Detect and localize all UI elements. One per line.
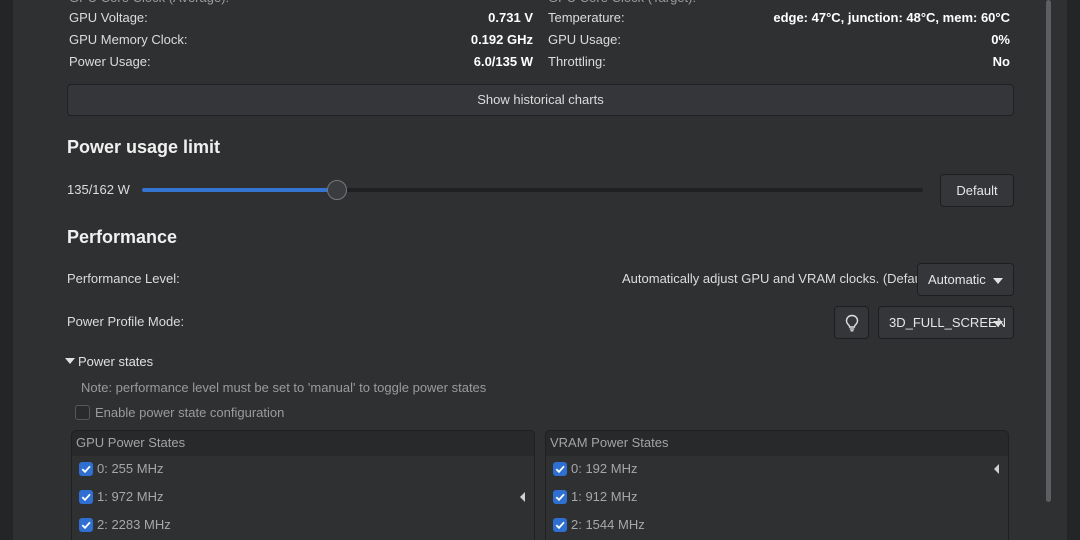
gpu-power-state-item[interactable]: 0: 255 MHz xyxy=(79,460,163,478)
gpu-power-states-list: 0: 255 MHz 1: 972 MHz 2: 2283 MHz xyxy=(72,456,534,540)
default-button[interactable]: Default xyxy=(940,174,1014,207)
vram-power-states-list: 0: 192 MHz 1: 912 MHz 2: 1544 MHz xyxy=(546,456,1008,540)
performance-level-dropdown[interactable]: Automatic xyxy=(917,263,1014,296)
active-state-indicator-icon xyxy=(520,492,525,502)
stat-label-throttling: Throttling: xyxy=(548,54,606,69)
power-states-expander[interactable]: Power states xyxy=(65,353,153,371)
vram-power-states-panel: VRAM Power States 0: 192 MHz 1: 912 MHz … xyxy=(545,430,1009,540)
checkbox-checked-icon xyxy=(79,517,93,532)
power-profile-info-button[interactable] xyxy=(834,306,869,339)
vram-power-states-title: VRAM Power States xyxy=(550,435,669,450)
stat-value-gpu-memory-clock: 0.192 GHz xyxy=(470,32,533,47)
enable-power-state-config-label: Enable power state configuration xyxy=(95,405,285,420)
main-content: GPU Core Clock (Average): GPU Core Clock… xyxy=(13,0,1067,540)
power-limit-heading: Power usage limit xyxy=(67,137,221,157)
power-profile-mode-selected: 3D_FULL_SCREEN xyxy=(889,315,1007,330)
gpu-power-states-title: GPU Power States xyxy=(76,435,186,450)
vram-power-state-label: 2: 1544 MHz xyxy=(571,517,645,532)
vram-power-state-item[interactable]: 1: 912 MHz xyxy=(553,488,637,506)
stat-label-gpu-usage: GPU Usage: xyxy=(548,32,621,47)
vram-power-state-label: 0: 192 MHz xyxy=(571,461,638,476)
gpu-power-state-label: 0: 255 MHz xyxy=(97,461,164,476)
stat-value-gpu-usage: 0% xyxy=(991,32,1010,47)
performance-level-description: Automatically adjust GPU and VRAM clocks… xyxy=(622,271,933,286)
power-limit-slider-fill xyxy=(142,188,337,192)
window-edge-right xyxy=(1067,0,1080,540)
checkbox-checked-icon xyxy=(553,517,567,532)
clipped-stat-label-right: GPU Core Clock (Target): xyxy=(548,0,696,7)
power-limit-value: 135/162 W xyxy=(67,182,130,197)
enable-power-state-config-checkbox[interactable]: Enable power state configuration xyxy=(75,404,284,422)
vram-power-state-item[interactable]: 2: 1544 MHz xyxy=(553,516,645,534)
checkbox-checked-icon xyxy=(553,461,567,476)
gpu-power-state-label: 1: 972 MHz xyxy=(97,489,164,504)
power-profile-mode-dropdown[interactable]: 3D_FULL_SCREEN xyxy=(878,306,1014,339)
clipped-stat-label: GPU Core Clock (Average): xyxy=(69,0,229,7)
performance-level-label: Performance Level: xyxy=(67,271,180,286)
power-states-note: Note: performance level must be set to '… xyxy=(81,380,487,395)
stat-value-gpu-voltage: 0.731 V xyxy=(488,10,533,25)
vram-power-state-item[interactable]: 0: 192 MHz xyxy=(553,460,637,478)
power-profile-mode-label: Power Profile Mode: xyxy=(67,314,185,329)
stat-value-throttling: No xyxy=(992,54,1010,69)
stat-label-power-usage: Power Usage: xyxy=(69,54,151,69)
power-limit-slider-track[interactable] xyxy=(142,188,923,192)
performance-heading: Performance xyxy=(67,227,178,247)
checkbox-checked-icon xyxy=(553,489,567,504)
stat-value-temperature: edge: 47°C, junction: 48°C, mem: 60°C xyxy=(773,10,1010,25)
active-state-indicator-icon xyxy=(994,464,999,474)
power-limit-slider-handle[interactable] xyxy=(327,180,347,200)
performance-level-selected: Automatic xyxy=(928,272,986,287)
gpu-power-state-label: 2: 2283 MHz xyxy=(97,517,171,532)
expand-triangle-icon xyxy=(65,357,75,364)
lightbulb-icon xyxy=(845,314,859,332)
gpu-power-states-panel: GPU Power States 0: 255 MHz 1: 972 MHz 2… xyxy=(71,430,535,540)
checkbox-checked-icon xyxy=(79,489,93,504)
stat-label-temperature: Temperature: xyxy=(548,10,625,25)
show-historical-charts-button[interactable]: Show historical charts xyxy=(67,84,1014,116)
chevron-down-icon xyxy=(993,321,1003,327)
stat-label-gpu-voltage: GPU Voltage: xyxy=(69,10,148,25)
stat-label-gpu-memory-clock: GPU Memory Clock: xyxy=(69,32,188,47)
window-edge-left xyxy=(0,0,13,540)
vram-power-state-label: 1: 912 MHz xyxy=(571,489,638,504)
power-states-expander-label: Power states xyxy=(78,354,154,369)
stat-value-power-usage: 6.0/135 W xyxy=(473,54,533,69)
checkbox-checked-icon xyxy=(79,461,93,476)
gpu-power-state-item[interactable]: 2: 2283 MHz xyxy=(79,516,171,534)
vertical-scrollbar[interactable] xyxy=(1046,0,1051,502)
checkbox-unchecked-icon xyxy=(75,405,90,421)
chevron-down-icon xyxy=(993,278,1003,284)
gpu-power-state-item[interactable]: 1: 972 MHz xyxy=(79,488,163,506)
